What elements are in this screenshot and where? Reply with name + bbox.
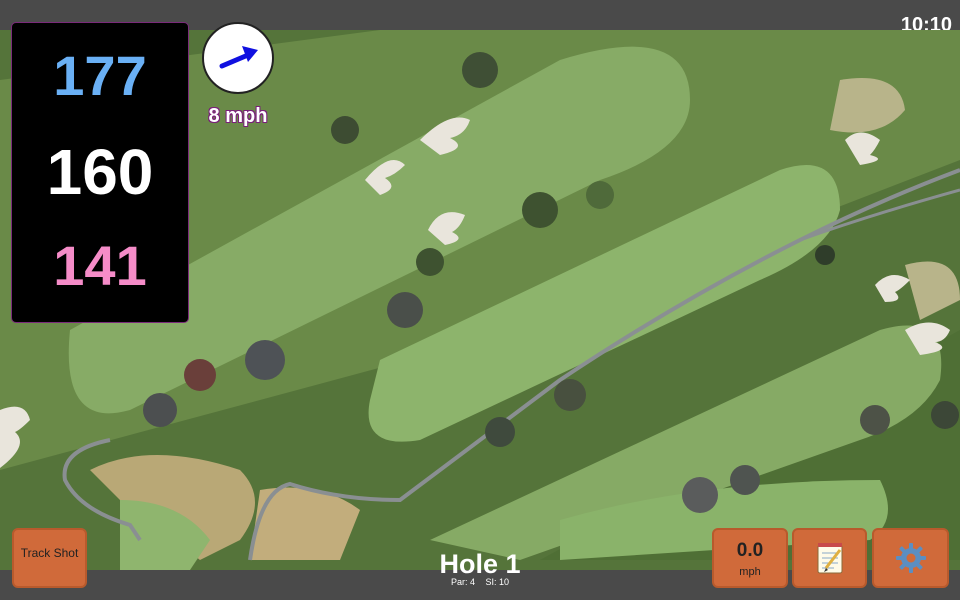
- hole-stroke-index: SI: 10: [485, 577, 510, 587]
- speed-value: 0.0: [736, 540, 764, 561]
- hole-title: Hole 1: [439, 549, 521, 579]
- distance-panel: 177 160 141: [11, 22, 189, 323]
- speed-unit: mph: [739, 566, 761, 578]
- settings-button[interactable]: [872, 528, 949, 588]
- wind-direction-arrow-icon: [219, 46, 258, 69]
- track-shot-button[interactable]: Track Shot: [12, 528, 87, 588]
- hole-info: Par: 4 SI: 10: [380, 577, 580, 587]
- back-distance: 177: [53, 44, 147, 107]
- hole-par: Par: 4: [450, 577, 475, 587]
- notepad-icon: [817, 543, 842, 574]
- speed-button[interactable]: 0.0 mph: [712, 528, 788, 588]
- wind-speed: 8 mph: [208, 105, 268, 127]
- notes-button[interactable]: [792, 528, 867, 588]
- front-distance: 141: [53, 234, 147, 297]
- wind-indicator: [202, 22, 274, 94]
- gear-icon: [895, 543, 926, 573]
- middle-distance: 160: [46, 136, 154, 208]
